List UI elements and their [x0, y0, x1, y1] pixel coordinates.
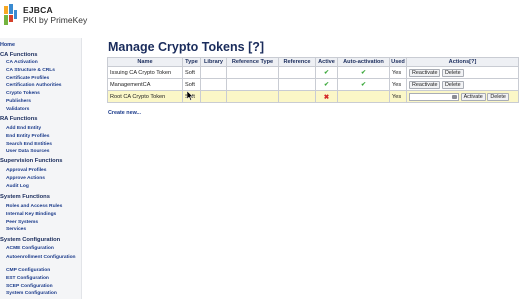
sidebar-section-ra-functions: RA Functions: [0, 116, 38, 122]
column-header-reference[interactable]: Reference: [278, 57, 316, 67]
token-reference: [278, 90, 316, 103]
sidebar: Home CA Functions CA Activation CA Struc…: [0, 38, 82, 299]
token-reference: [278, 78, 316, 91]
column-header-library[interactable]: Library: [200, 57, 227, 67]
delete-button[interactable]: Delete: [442, 80, 464, 89]
sidebar-item-peer-systems[interactable]: Peer Systems: [6, 220, 38, 225]
sidebar-item-est-configuration[interactable]: EST Configuration: [6, 276, 49, 281]
token-auto-activation-cell: ✔: [337, 78, 390, 91]
token-library: [200, 90, 227, 103]
column-header-type[interactable]: Type: [182, 57, 201, 67]
token-name-link[interactable]: Issuing CA Crypto Token: [107, 66, 183, 79]
column-header-auto-activation[interactable]: Auto-activation: [337, 57, 390, 67]
check-icon: ✔: [323, 82, 330, 88]
sidebar-item-internal-key-bindings[interactable]: Internal Key Bindings: [6, 212, 56, 217]
sidebar-item-certification-authorities[interactable]: Certification Authorities: [6, 83, 62, 88]
token-used: Yes: [389, 78, 407, 91]
token-active-cell: ✖: [315, 90, 338, 103]
sidebar-item-crypto-tokens[interactable]: Crypto Tokens: [6, 91, 40, 96]
pin-input[interactable]: [409, 92, 459, 101]
token-library: [200, 78, 227, 91]
ejbca-logo[interactable]: EJBCA PKI by PrimeKey: [2, 2, 92, 28]
cross-icon: ✖: [323, 93, 330, 101]
token-active-cell: ✔: [315, 66, 338, 79]
sidebar-item-roles-access-rules[interactable]: Roles and Access Rules: [6, 204, 62, 209]
create-new-link[interactable]: Create new...: [108, 110, 141, 116]
delete-button[interactable]: Delete: [442, 68, 464, 77]
sidebar-item-ca-structure[interactable]: CA Structure & CRLs: [6, 68, 55, 73]
sidebar-item-autoenrollment-configuration[interactable]: Autoenrollment Configuration: [6, 254, 78, 261]
sidebar-item-audit-log[interactable]: Audit Log: [6, 184, 29, 189]
show-password-icon[interactable]: [452, 94, 457, 99]
sidebar-section-system-functions: System Functions: [0, 194, 50, 200]
token-type: Soft: [182, 78, 201, 91]
token-reference-type: [226, 90, 279, 103]
delete-button[interactable]: Delete: [487, 92, 509, 101]
token-reference-type: [226, 78, 279, 91]
sidebar-item-publishers[interactable]: Publishers: [6, 99, 31, 104]
sidebar-item-system-configuration[interactable]: System Configuration: [6, 291, 57, 296]
table-row: Root CA Crypto Token Soft ✖ Yes Activate…: [107, 90, 519, 103]
check-icon: ✔: [360, 70, 367, 76]
token-used: Yes: [389, 90, 407, 103]
reactivate-button[interactable]: Reactivate: [409, 80, 441, 89]
token-actions: Reactivate Delete: [406, 78, 519, 91]
token-auto-activation-cell: ✔: [337, 66, 390, 79]
column-header-reference-type[interactable]: Reference Type: [226, 57, 279, 67]
sidebar-item-validators[interactable]: Validators: [6, 107, 29, 112]
token-auto-activation-cell: [337, 90, 390, 103]
column-header-active[interactable]: Active: [315, 57, 338, 67]
logo-subtitle: PKI by PrimeKey: [23, 15, 88, 25]
token-actions: Reactivate Delete: [406, 66, 519, 79]
sidebar-item-add-end-entity[interactable]: Add End Entity: [6, 126, 41, 131]
table-row: Issuing CA Crypto Token Soft ✔ ✔ Yes Rea…: [107, 66, 519, 79]
crypto-tokens-table: Name Type Library Reference Type Referen…: [107, 57, 519, 103]
page-title: Manage Crypto Tokens [?]: [108, 40, 265, 54]
token-library: [200, 66, 227, 79]
sidebar-section-supervision-functions: Supervision Functions: [0, 158, 63, 164]
token-actions: Activate Delete: [406, 90, 519, 103]
sidebar-item-end-entity-profiles[interactable]: End Entity Profiles: [6, 134, 49, 139]
sidebar-item-services[interactable]: Services: [6, 227, 26, 232]
check-icon: ✔: [360, 82, 367, 88]
column-header-actions[interactable]: Actions[?]: [406, 57, 519, 67]
column-header-name[interactable]: Name: [107, 57, 183, 67]
table-row: ManagementCA Soft ✔ ✔ Yes Reactivate Del…: [107, 78, 519, 91]
mouse-cursor-icon: [187, 91, 193, 101]
sidebar-item-acme-configuration[interactable]: ACME Configuration: [6, 246, 54, 251]
token-used: Yes: [389, 66, 407, 79]
reactivate-button[interactable]: Reactivate: [409, 68, 441, 77]
token-reference-type: [226, 66, 279, 79]
token-type: Soft: [182, 66, 201, 79]
sidebar-section-ca-functions: CA Functions: [0, 52, 38, 58]
token-name-link[interactable]: Root CA Crypto Token: [107, 90, 183, 103]
logo-title: EJBCA: [23, 5, 53, 15]
column-header-used[interactable]: Used: [389, 57, 407, 67]
sidebar-item-home[interactable]: Home: [0, 42, 15, 48]
sidebar-item-certificate-profiles[interactable]: Certificate Profiles: [6, 76, 49, 81]
token-active-cell: ✔: [315, 78, 338, 91]
check-icon: ✔: [323, 70, 330, 76]
sidebar-item-cmp-configuration[interactable]: CMP Configuration: [6, 268, 50, 273]
token-name-link[interactable]: ManagementCA: [107, 78, 183, 91]
sidebar-item-user-data-sources[interactable]: User Data Sources: [6, 149, 50, 154]
logo-mark-icon: [4, 4, 17, 26]
sidebar-item-approve-actions[interactable]: Approve Actions: [6, 176, 45, 181]
token-reference: [278, 66, 316, 79]
table-header-row: Name Type Library Reference Type Referen…: [107, 57, 519, 67]
sidebar-item-ca-activation[interactable]: CA Activation: [6, 60, 38, 65]
sidebar-item-scep-configuration[interactable]: SCEP Configuration: [6, 284, 53, 289]
sidebar-item-approval-profiles[interactable]: Approval Profiles: [6, 168, 47, 173]
activate-button[interactable]: Activate: [460, 92, 486, 101]
sidebar-item-search-end-entities[interactable]: Search End Entities: [6, 142, 52, 147]
sidebar-section-system-configuration: System Configuration: [0, 237, 61, 243]
